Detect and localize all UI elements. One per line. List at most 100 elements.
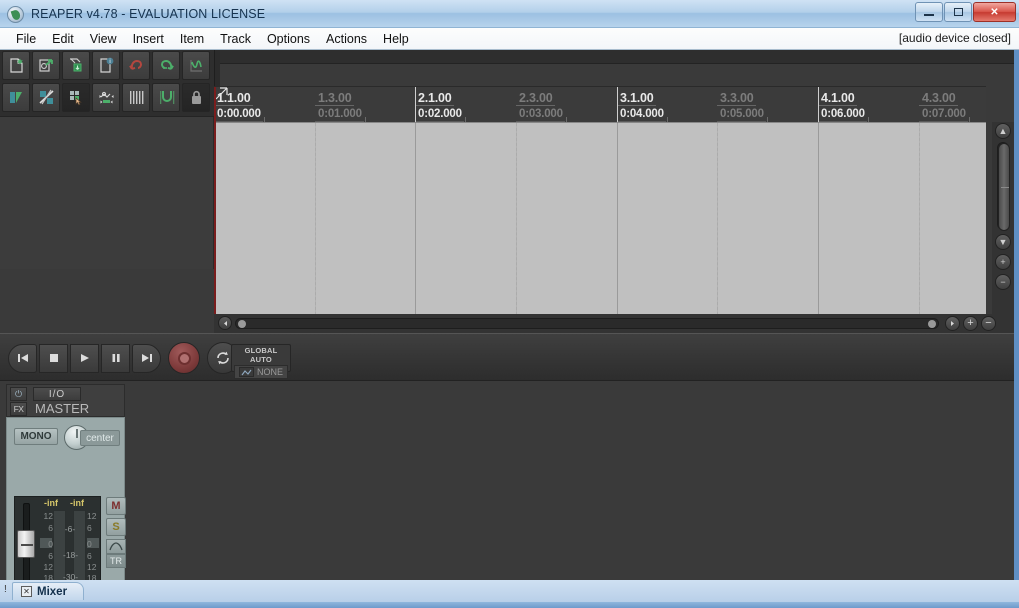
menu-item-track[interactable]: Track	[212, 30, 259, 48]
grid-snap-icon[interactable]	[122, 83, 150, 112]
save-project-icon[interactable]	[62, 51, 90, 80]
ruler-mark: 4.3.00 0:07.000	[919, 89, 968, 122]
meter-scale-left: 12	[43, 562, 53, 572]
meter-scale-right: 12	[87, 511, 97, 521]
scroll-down-icon[interactable]: ▼	[995, 234, 1011, 250]
global-automation-mode[interactable]: GLOBAL AUTO NONE	[231, 344, 291, 379]
menu-item-item[interactable]: Item	[172, 30, 212, 48]
global-auto-title: GLOBAL AUTO	[244, 346, 278, 364]
play-cursor	[214, 87, 216, 315]
envelope-icon[interactable]	[182, 51, 210, 80]
go-to-end-icon[interactable]	[132, 343, 161, 373]
scroll-play-icon[interactable]	[945, 316, 960, 331]
timeline-ruler[interactable]: 1.1.00 0:00.000 1.3.00 0:01.000 2.1.00 0:02…	[214, 86, 986, 122]
hscroll-thumb[interactable]	[238, 320, 246, 328]
project-settings-icon[interactable]: i	[92, 51, 120, 80]
meter-scale-right: 6	[87, 551, 92, 561]
vzoom-out-label: −	[1000, 277, 1006, 287]
menu-item-actions[interactable]: Actions	[318, 30, 375, 48]
global-auto-mode-row[interactable]: NONE	[234, 365, 288, 379]
hscroll-thumb-end[interactable]	[928, 320, 936, 328]
vzoom-in-button[interactable]: +	[995, 254, 1011, 270]
record-icon[interactable]	[168, 342, 200, 374]
maximize-icon	[953, 8, 963, 16]
ruler-bar-label: 4.3.00	[919, 91, 958, 106]
menu-item-options[interactable]: Options	[259, 30, 318, 48]
pan-value[interactable]: center	[80, 430, 120, 446]
ruler-bar-label: 4.1.00	[818, 91, 857, 106]
tr-button[interactable]: TR	[106, 554, 126, 568]
horizontal-scrollbar[interactable]: + −	[214, 314, 1019, 333]
scroll-up-icon[interactable]: ▲	[995, 123, 1011, 139]
meter-peak-right: -inf	[70, 498, 84, 508]
minimize-button[interactable]	[915, 2, 943, 22]
go-to-start-icon[interactable]	[8, 343, 37, 373]
master-track-name: MASTER	[35, 401, 90, 416]
fx-button[interactable]: FX	[10, 402, 27, 416]
io-button[interactable]: I/O	[33, 387, 81, 401]
open-project-icon[interactable]	[32, 51, 60, 80]
ruler-mark: 1.1.00 0:00.000	[214, 87, 263, 122]
hzoom-out-label: −	[985, 317, 992, 329]
ruler-bar-label: 3.1.00	[617, 91, 656, 106]
menu-item-view[interactable]: View	[82, 30, 125, 48]
reaper-main-window: REAPER v4.78 - EVALUATION LICENSE ✕ File…	[0, 0, 1019, 608]
close-button[interactable]: ✕	[973, 2, 1016, 22]
item-crossfade-icon[interactable]	[32, 83, 60, 112]
envelope-curve-icon[interactable]	[106, 539, 126, 554]
vscroll-thumb[interactable]	[998, 143, 1010, 231]
automation-nodes-icon[interactable]	[92, 83, 120, 112]
hzoom-out-button[interactable]: −	[981, 316, 996, 331]
play-icon[interactable]	[70, 343, 99, 373]
ruler-mark: 3.1.00 0:04.000	[617, 87, 666, 122]
vertical-scrollbar[interactable]: ▲ ▼ + −	[992, 122, 1014, 314]
menu-item-insert[interactable]: Insert	[125, 30, 172, 48]
menu-item-help[interactable]: Help	[375, 30, 417, 48]
ruler-bar-label: 1.1.00	[214, 91, 253, 106]
loop-points-icon[interactable]	[152, 83, 180, 112]
redo-icon[interactable]	[152, 51, 180, 80]
menu-item-edit[interactable]: Edit	[44, 30, 82, 48]
mouse-modifier-icon[interactable]	[62, 83, 90, 112]
item-split-icon[interactable]	[2, 83, 30, 112]
track-panel-lower	[0, 269, 214, 333]
undo-icon[interactable]	[122, 51, 150, 80]
main-body: i 1.1.00 0:00.000 1.3.00 0:01.000 2.1.00…	[0, 50, 1019, 608]
global-auto-mode-label: NONE	[256, 367, 283, 377]
transport-bar: GLOBAL AUTO NONE 1.1.00 / 0:00.000 [Stop…	[0, 333, 1019, 381]
main-toolbar: i	[0, 50, 214, 117]
mute-button[interactable]: M	[106, 497, 126, 515]
ruler-time-label: 0:01.000	[315, 107, 364, 122]
audio-device-status: [audio device closed]	[898, 31, 1011, 45]
volume-fader-thumb[interactable]	[17, 530, 35, 558]
vzoom-out-button[interactable]: −	[995, 274, 1011, 290]
menu-bar: File Edit View Insert Item Track Options…	[0, 28, 1019, 50]
window-bottom-edge	[0, 602, 1019, 608]
arrange-view[interactable]	[214, 87, 986, 315]
master-track-header: ⏻ FX I/O MASTER	[6, 384, 125, 417]
menu-item-file[interactable]: File	[8, 30, 44, 48]
ruler-bar-label: 3.3.00	[717, 91, 756, 106]
ruler-time-label: 0:00.000	[214, 107, 263, 122]
ruler-bar-label: 1.3.00	[315, 91, 354, 106]
maximize-button[interactable]	[944, 2, 972, 22]
scroll-left-icon[interactable]	[218, 316, 232, 330]
toolbar-row-1: i	[0, 50, 214, 82]
mixer-tab[interactable]: ✕ Mixer	[12, 582, 85, 600]
solo-button[interactable]: S	[106, 518, 126, 536]
lock-icon[interactable]	[182, 83, 210, 112]
ruler-mark: 4.1.00 0:06.000	[818, 87, 867, 122]
dock-notch: !	[4, 584, 7, 595]
new-project-icon[interactable]	[2, 51, 30, 80]
track-panel-area[interactable]	[0, 117, 214, 269]
mixer-close-icon[interactable]: ✕	[21, 586, 32, 597]
mono-button[interactable]: MONO	[14, 428, 58, 445]
pause-icon[interactable]	[101, 343, 130, 373]
power-icon[interactable]: ⏻	[10, 387, 27, 401]
hscroll-track[interactable]	[235, 318, 939, 329]
vscroll-track[interactable]	[997, 142, 1010, 231]
stop-icon[interactable]	[39, 343, 68, 373]
window-controls: ✕	[915, 2, 1016, 22]
hzoom-in-button[interactable]: +	[963, 316, 978, 331]
vzoom-in-label: +	[1000, 257, 1006, 267]
